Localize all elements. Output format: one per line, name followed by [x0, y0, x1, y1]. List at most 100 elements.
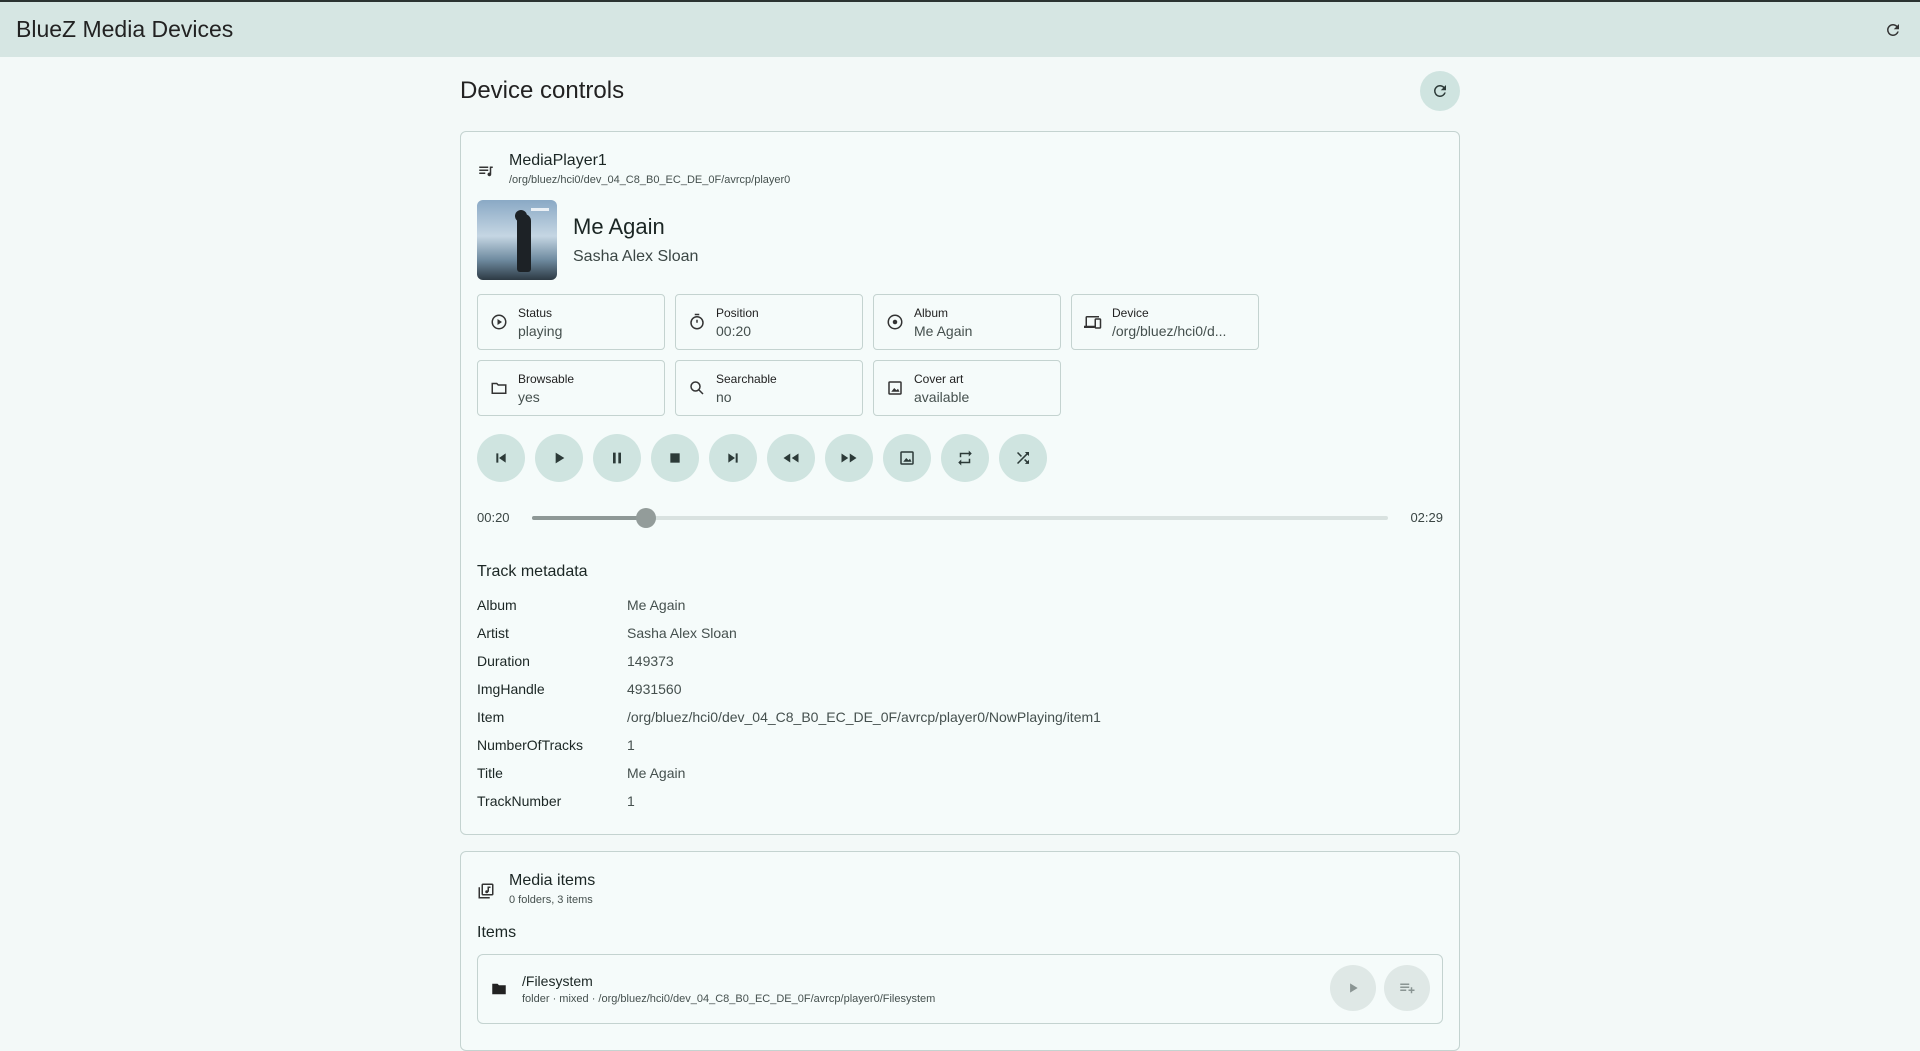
metadata-row: Duration 149373 — [477, 647, 1443, 675]
metadata-key: NumberOfTracks — [477, 737, 584, 753]
seek-thumb[interactable] — [636, 507, 657, 528]
rewind-button[interactable] — [767, 434, 815, 482]
previous-button[interactable] — [477, 434, 525, 482]
image-icon — [888, 381, 902, 395]
repeat-icon — [958, 450, 972, 466]
chip-label: Device — [1112, 305, 1149, 320]
player-header: MediaPlayer1 /org/bluez/hci0/dev_04_C8_B… — [477, 152, 1443, 186]
refresh-devices-button[interactable] — [1420, 71, 1460, 111]
media-items-card: Media items 0 folders, 3 items Items /Fi… — [460, 851, 1460, 1051]
metadata-value: Me Again — [627, 765, 686, 781]
metadata-row: Album Me Again — [477, 591, 1443, 619]
item-actions — [1330, 965, 1430, 1011]
search-icon — [690, 381, 704, 395]
seek-fill — [531, 515, 647, 520]
fast-forward-button[interactable] — [825, 434, 873, 482]
metadata-row: Item/org/bluez/hci0/dev_04_C8_B0_EC_DE_0… — [477, 703, 1443, 731]
searchable-chip: Searchable no — [675, 360, 863, 416]
main-content: Device controls MediaPlayer1 /org/bluez/… — [460, 59, 1460, 1051]
chip-value: /org/bluez/hci0/d... — [1112, 322, 1227, 339]
app-title: BlueZ Media Devices — [16, 16, 234, 42]
metadata-value: 1 — [627, 793, 635, 809]
library-music-icon — [478, 883, 494, 899]
metadata-row: NumberOfTracks 1 — [477, 731, 1443, 759]
playlist-add-icon — [1400, 983, 1415, 994]
chip-label: Position — [716, 305, 759, 320]
devices-icon — [1084, 316, 1102, 329]
playback-progress: 00:20 02:29 — [477, 507, 1443, 528]
metadata-value: /org/bluez/hci0/dev_04_C8_B0_EC_DE_0F/av… — [627, 709, 1101, 725]
play-circle-icon — [491, 314, 507, 330]
disc-icon — [887, 314, 903, 330]
player-name: MediaPlayer1 — [509, 152, 607, 169]
stop-button[interactable] — [651, 434, 699, 482]
stop-icon — [670, 453, 680, 463]
shuffle-button[interactable] — [999, 434, 1047, 482]
player-card: MediaPlayer1 /org/bluez/hci0/dev_04_C8_B… — [460, 131, 1460, 835]
metadata-row: Title Me Again — [477, 759, 1443, 787]
list-item[interactable]: /Filesystem folder · mixed · /org/bluez/… — [477, 954, 1443, 1024]
timer-icon — [690, 313, 704, 330]
playback-controls — [477, 434, 1443, 482]
folder-icon — [492, 983, 506, 995]
image-icon — [900, 451, 914, 465]
previous-icon — [496, 453, 506, 463]
next-icon — [728, 453, 738, 463]
play-icon — [555, 452, 565, 464]
media-subtitle: 0 folders, 3 items — [509, 894, 593, 906]
metadata-row: TrackNumber 1 — [477, 787, 1443, 815]
chip-value: Me Again — [914, 322, 973, 339]
track-artist: Sasha Alex Sloan — [573, 248, 699, 265]
refresh-icon[interactable] — [1882, 19, 1904, 41]
shuffle-icon — [1017, 452, 1029, 464]
player-path: /org/bluez/hci0/dev_04_C8_B0_EC_DE_0F/av… — [509, 174, 791, 186]
metadata-table: Album Me Again Artist Sasha Alex Sloan Dur… — [477, 591, 1443, 815]
add-to-queue-button[interactable] — [1384, 965, 1430, 1011]
metadata-row: ImgHandle 4931560 — [477, 675, 1443, 703]
total-time: 02:29 — [1410, 510, 1443, 525]
chip-value: 00:20 — [716, 322, 752, 339]
metadata-value: 1 — [627, 737, 635, 753]
rewind-icon — [783, 453, 799, 463]
player-properties: Status playing Position 00:20 Album Me Agai… — [477, 294, 1297, 416]
item-subtitle: folder · mixed · /org/bluez/hci0/dev_04_… — [522, 993, 936, 1005]
device-chip: Device/org/bluez/hci0/d... — [1071, 294, 1259, 350]
metadata-key: Item — [477, 709, 505, 725]
now-playing: Me Again Sasha Alex Sloan — [477, 200, 1443, 280]
pause-icon — [613, 452, 621, 464]
chip-value: no — [716, 388, 732, 405]
cover-art-button[interactable] — [883, 434, 931, 482]
repeat-button[interactable] — [941, 434, 989, 482]
metadata-row: Artist Sasha Alex Sloan — [477, 619, 1443, 647]
current-time: 00:20 — [477, 510, 510, 525]
chip-value: available — [914, 388, 970, 405]
media-title: Media items — [509, 872, 596, 889]
play-button[interactable] — [535, 434, 583, 482]
chip-label: Cover art — [914, 371, 964, 386]
metadata-title: Track metadata — [477, 563, 588, 580]
play-item-button[interactable] — [1330, 965, 1376, 1011]
media-header: Media items 0 folders, 3 items — [477, 872, 1443, 906]
metadata-key: TrackNumber — [477, 793, 562, 809]
album-cover — [477, 200, 557, 280]
chip-value: yes — [518, 388, 540, 405]
next-button[interactable] — [709, 434, 757, 482]
folder-icon — [491, 382, 507, 394]
metadata-value: Sasha Alex Sloan — [627, 625, 737, 641]
chip-label: Searchable — [716, 371, 777, 386]
metadata-value: 4931560 — [627, 681, 682, 697]
metadata-value: 149373 — [627, 653, 674, 669]
track-title: Me Again — [573, 214, 665, 239]
metadata-key: Album — [477, 597, 517, 613]
seek-slider[interactable] — [531, 507, 1389, 528]
pause-button[interactable] — [593, 434, 641, 482]
browsable-chip: Browsable yes — [477, 360, 665, 416]
queue-music-icon — [479, 166, 493, 177]
cover-art-chip: Cover art available — [873, 360, 1061, 416]
refresh-icon — [1434, 85, 1446, 97]
metadata-value: Me Again — [627, 597, 686, 613]
chip-label: Status — [518, 305, 553, 320]
metadata-key: Artist — [477, 625, 509, 641]
metadata-key: ImgHandle — [477, 681, 545, 697]
chip-value: playing — [518, 322, 563, 339]
